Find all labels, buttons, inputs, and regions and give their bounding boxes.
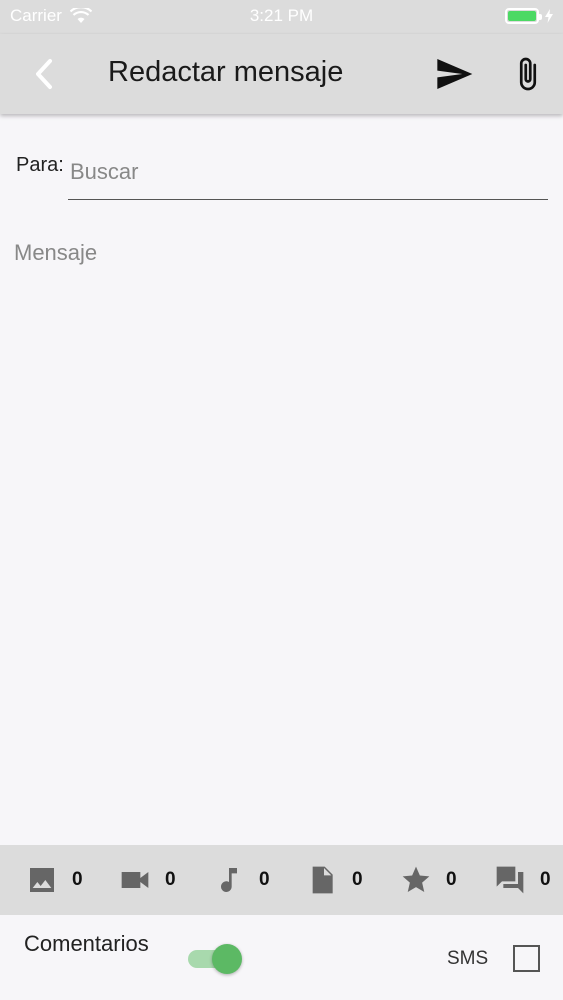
options-bar: Comentarios SMS <box>0 915 563 1000</box>
video-icon <box>121 872 149 888</box>
paperclip-icon <box>519 57 537 91</box>
attachment-images[interactable]: 0 <box>26 863 83 897</box>
battery-level <box>508 11 536 21</box>
attachment-favorites[interactable]: 0 <box>400 863 457 897</box>
star-icon <box>402 866 430 892</box>
attachment-conversations[interactable]: 0 <box>494 863 551 897</box>
battery-icon <box>505 8 542 24</box>
back-button[interactable] <box>24 52 64 96</box>
battery-tip <box>539 14 542 20</box>
image-icon <box>30 868 54 892</box>
chevron-left-icon <box>36 59 52 89</box>
recipient-row: Para: <box>0 140 563 202</box>
attachment-documents[interactable]: 0 <box>306 863 363 897</box>
nav-bar: Redactar mensaje <box>0 34 563 114</box>
favorite-count: 0 <box>446 869 457 890</box>
video-count: 0 <box>165 869 176 890</box>
document-icon <box>312 866 333 894</box>
message-input[interactable] <box>14 240 549 820</box>
attachment-videos[interactable]: 0 <box>119 863 176 897</box>
chat-icon <box>496 866 524 894</box>
lightning-icon <box>545 9 553 23</box>
comments-toggle[interactable] <box>188 943 242 975</box>
status-time: 3:21 PM <box>249 6 314 25</box>
recipient-label: Para: <box>16 154 64 176</box>
image-count: 0 <box>72 869 83 890</box>
toggle-knob <box>212 944 242 974</box>
attachment-audio[interactable]: 0 <box>213 863 270 897</box>
page-title: Redactar mensaje <box>108 56 344 88</box>
status-bar: Carrier 3:21 PM <box>0 0 563 34</box>
battery-group <box>505 8 553 24</box>
send-button[interactable] <box>434 54 474 94</box>
document-count: 0 <box>352 869 363 890</box>
attach-button[interactable] <box>510 52 546 96</box>
sms-checkbox[interactable] <box>513 945 540 972</box>
send-icon <box>437 59 473 89</box>
comments-label: Comentarios <box>24 931 149 956</box>
music-note-icon <box>221 868 237 892</box>
attachment-bar: 0 0 0 0 0 0 <box>0 845 563 915</box>
audio-count: 0 <box>259 869 270 890</box>
recipient-search-input[interactable] <box>68 144 548 200</box>
conversation-count: 0 <box>540 869 551 890</box>
sms-label: SMS <box>447 948 489 969</box>
